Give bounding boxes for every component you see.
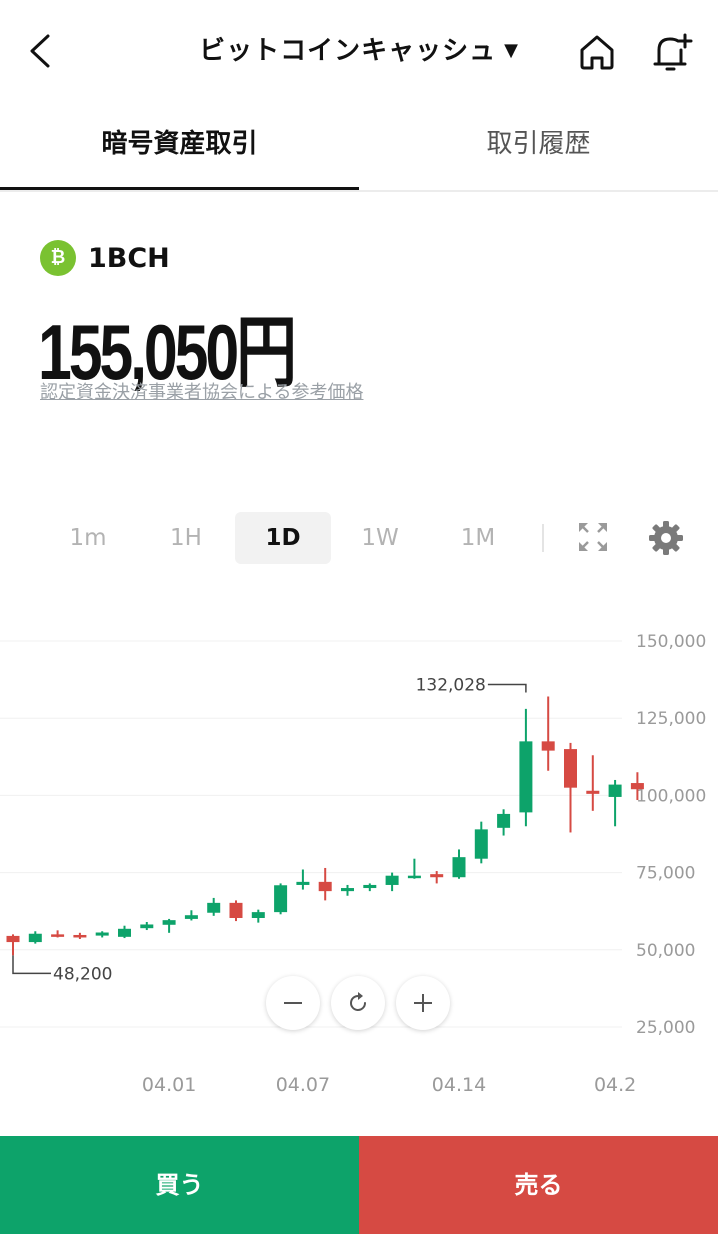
tab-trade-history[interactable]: 取引履歴 — [359, 100, 718, 188]
candle-body — [430, 874, 444, 878]
x-tick-label: 04.01 — [142, 1074, 196, 1096]
candle-body — [452, 857, 466, 878]
period-1mo[interactable]: 1M — [430, 512, 526, 564]
asset-selector[interactable]: ビットコインキャッシュ ▼ — [199, 30, 519, 67]
low-annotation-line — [12, 955, 51, 975]
divider — [542, 524, 544, 552]
candle-body — [207, 902, 221, 913]
candle-body — [140, 924, 154, 929]
bell-plus-icon[interactable] — [648, 30, 694, 76]
candle-body — [296, 881, 310, 885]
minus-icon — [284, 1002, 302, 1004]
candle-body — [608, 784, 622, 797]
y-tick-label: 125,000 — [636, 709, 706, 729]
candle-body — [274, 885, 288, 913]
y-tick-label: 75,000 — [636, 864, 695, 884]
high-annotation-line — [487, 683, 527, 693]
x-tick-label: 04.14 — [432, 1074, 486, 1096]
period-1w[interactable]: 1W — [332, 512, 428, 564]
candle-body — [73, 934, 87, 938]
reset-chart-button[interactable] — [331, 976, 385, 1030]
candle-body — [385, 875, 399, 885]
y-tick-label: 50,000 — [636, 941, 695, 961]
tab-crypto-trade[interactable]: 暗号資産取引 — [0, 100, 359, 190]
candle-body — [564, 749, 577, 788]
sell-button[interactable]: 売る — [359, 1136, 718, 1234]
action-bar: 買う 売る — [0, 1136, 718, 1234]
candle-body — [497, 813, 511, 828]
price-chart[interactable]: 150,000 125,000 100,000 75,000 50,000 25,000 0… — [0, 600, 718, 1120]
candle-body — [586, 790, 600, 794]
candle-body — [162, 920, 176, 925]
caret-down-icon: ▼ — [504, 40, 519, 61]
period-1d[interactable]: 1D — [235, 512, 331, 564]
bitcoin-cash-icon: ₿ — [40, 240, 76, 276]
candle-body — [541, 741, 555, 751]
candle-body — [474, 829, 488, 859]
high-price-label: 132,028 — [416, 675, 486, 695]
candle-body — [519, 741, 533, 813]
candle-body — [51, 934, 65, 937]
period-selector: 1m 1H 1D 1W 1M — [0, 510, 718, 566]
zoom-out-button[interactable] — [266, 976, 320, 1030]
candle-body — [95, 932, 109, 936]
asset-name: 1BCH — [88, 242, 170, 274]
tab-bar: 暗号資産取引 取引履歴 — [0, 100, 718, 192]
y-tick-label: 25,000 — [636, 1018, 695, 1038]
refresh-icon — [350, 992, 366, 1011]
asset-header: ₿ 1BCH — [40, 238, 170, 278]
period-1h[interactable]: 1H — [138, 512, 234, 564]
candle-body — [363, 884, 377, 889]
candle-body — [251, 912, 265, 918]
candle-body — [630, 783, 644, 790]
x-tick-label: 04.2 — [594, 1074, 636, 1096]
header: ビットコインキャッシュ ▼ — [0, 0, 718, 100]
zoom-in-button[interactable] — [396, 976, 450, 1030]
low-price-label: 48,200 — [53, 964, 112, 984]
candle-body — [6, 935, 20, 943]
y-tick-label: 100,000 — [636, 786, 706, 806]
x-tick-label: 04.07 — [276, 1074, 330, 1096]
candle-body — [184, 915, 198, 919]
gear-icon[interactable] — [648, 520, 684, 556]
home-icon[interactable] — [575, 30, 619, 74]
reference-price-link[interactable]: 認定資金決済事業者協会による参考価格 — [40, 378, 363, 404]
period-1m[interactable]: 1m — [40, 512, 136, 564]
fullscreen-icon[interactable] — [576, 520, 610, 554]
buy-button[interactable]: 買う — [0, 1136, 359, 1234]
candle-body — [407, 875, 421, 879]
plus-icon — [414, 994, 432, 1012]
candle-body — [318, 881, 332, 892]
candle-body — [28, 933, 42, 943]
page-title: ビットコインキャッシュ — [199, 36, 497, 66]
candle-body — [229, 902, 243, 918]
candle-body — [341, 888, 354, 892]
y-tick-label: 150,000 — [636, 632, 706, 652]
candle-body — [118, 928, 131, 937]
